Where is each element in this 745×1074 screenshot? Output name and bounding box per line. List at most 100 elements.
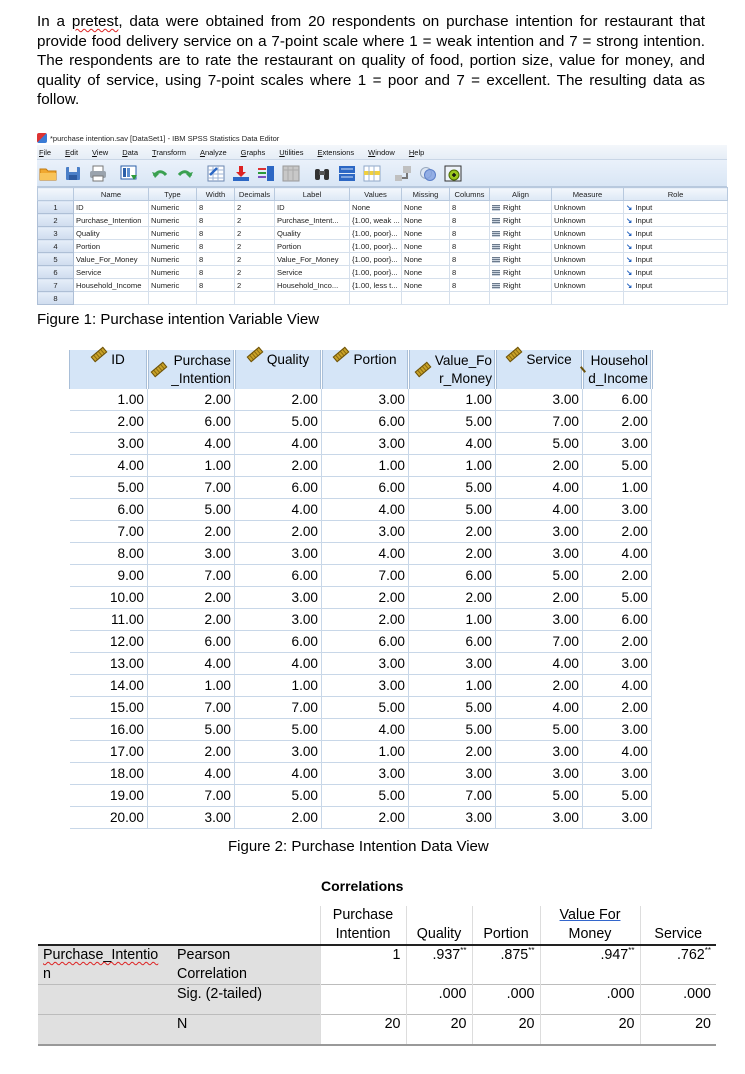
vv-cell-type[interactable]: Numeric: [148, 278, 197, 292]
split-file-icon[interactable]: [338, 165, 356, 182]
data-cell[interactable]: 11.00: [69, 608, 148, 631]
data-cell[interactable]: 8.00: [69, 542, 148, 565]
data-cell[interactable]: 1.00: [408, 389, 496, 411]
vv-cell-decimals[interactable]: 2: [234, 252, 275, 266]
data-cell[interactable]: 6.00: [147, 630, 235, 653]
vv-cell-width[interactable]: 8: [196, 278, 235, 292]
vv-cell-decimals[interactable]: 2: [234, 200, 275, 214]
data-cell[interactable]: 4.00: [495, 498, 583, 521]
data-cell[interactable]: 3.00: [495, 608, 583, 631]
row-number[interactable]: 6: [37, 265, 74, 279]
data-cell[interactable]: 2.00: [495, 586, 583, 609]
vv-cell-decimals[interactable]: 2: [234, 278, 275, 292]
data-cell[interactable]: 3.00: [234, 586, 322, 609]
vv-cell-measure[interactable]: Unknown: [551, 265, 624, 279]
vv-cell-align[interactable]: Right: [489, 265, 552, 279]
data-cell[interactable]: 5.00: [495, 564, 583, 587]
vv-cell-values[interactable]: {1.00, less t...: [349, 278, 402, 292]
show-all-variables-icon[interactable]: [444, 165, 462, 182]
vv-cell-measure[interactable]: Unknown: [551, 239, 624, 253]
data-cell[interactable]: 4.00: [234, 498, 322, 521]
menu-transform[interactable]: Transform: [152, 148, 186, 157]
vv-cell-role[interactable]: ↘ Input: [623, 226, 728, 240]
vv-cell-width[interactable]: 8: [196, 213, 235, 227]
vv-cell-name[interactable]: Service: [73, 265, 149, 279]
row-number[interactable]: 2: [37, 213, 74, 227]
vv-cell-width[interactable]: 8: [196, 252, 235, 266]
data-cell[interactable]: 3.00: [582, 718, 652, 741]
data-cell[interactable]: 2.00: [147, 608, 235, 631]
data-cell[interactable]: 5.00: [582, 586, 652, 609]
vv-cell-label[interactable]: Service: [274, 265, 350, 279]
vv-cell-label[interactable]: Value_For_Money: [274, 252, 350, 266]
data-cell[interactable]: 3.00: [495, 740, 583, 763]
vv-cell-role[interactable]: ↘ Input: [623, 252, 728, 266]
vv-cell-decimals[interactable]: 2: [234, 213, 275, 227]
data-cell[interactable]: 5.00: [495, 432, 583, 455]
data-cell[interactable]: 1.00: [147, 674, 235, 697]
data-cell[interactable]: 5.00: [234, 718, 322, 741]
goto-variable-icon[interactable]: [232, 165, 250, 182]
vv-cell-width[interactable]: 8: [196, 265, 235, 279]
vv-cell-name[interactable]: Portion: [73, 239, 149, 253]
vv-cell-missing[interactable]: None: [401, 239, 450, 253]
vv-cell-measure[interactable]: Unknown: [551, 252, 624, 266]
vv-cell-columns[interactable]: 8: [449, 252, 490, 266]
menu-extensions[interactable]: Extensions: [317, 148, 354, 157]
data-cell[interactable]: 3.00: [582, 498, 652, 521]
data-cell[interactable]: 7.00: [147, 564, 235, 587]
data-cell[interactable]: 16.00: [69, 718, 148, 741]
data-cell[interactable]: 5.00: [147, 718, 235, 741]
menu-analyze[interactable]: Analyze: [200, 148, 227, 157]
vv-cell-values[interactable]: [349, 291, 402, 305]
vv-cell-columns[interactable]: 8: [449, 226, 490, 240]
data-cell[interactable]: 2.00: [234, 520, 322, 543]
data-cell[interactable]: 3.00: [321, 762, 409, 785]
data-cell[interactable]: 18.00: [69, 762, 148, 785]
vv-col-values[interactable]: Values: [349, 187, 402, 201]
data-cell[interactable]: 7.00: [321, 564, 409, 587]
data-cell[interactable]: 6.00: [582, 608, 652, 631]
data-cell[interactable]: 14.00: [69, 674, 148, 697]
data-cell[interactable]: 12.00: [69, 630, 148, 653]
data-cell[interactable]: 7.00: [147, 476, 235, 499]
use-sets-icon[interactable]: [419, 165, 437, 182]
save-icon[interactable]: [64, 165, 82, 182]
vv-cell-columns[interactable]: 8: [449, 213, 490, 227]
vv-cell-role[interactable]: ↘ Input: [623, 239, 728, 253]
data-cell[interactable]: 2.00: [408, 586, 496, 609]
data-cell[interactable]: 2.00: [582, 564, 652, 587]
data-cell[interactable]: 2.00: [321, 608, 409, 631]
variable-row[interactable]: 7 Household_Income Numeric 8 2 Household_Inco…: [37, 278, 728, 292]
data-cell[interactable]: 7.00: [495, 630, 583, 653]
data-cell[interactable]: 2.00: [69, 410, 148, 433]
data-cell[interactable]: 6.00: [408, 630, 496, 653]
vv-cell-missing[interactable]: None: [401, 200, 450, 214]
data-cell[interactable]: 3.00: [321, 520, 409, 543]
data-cell[interactable]: 3.00: [495, 389, 583, 411]
vv-cell-missing[interactable]: None: [401, 265, 450, 279]
vv-cell-role[interactable]: ↘ Input: [623, 278, 728, 292]
data-cell[interactable]: 5.00: [147, 498, 235, 521]
vv-cell-align[interactable]: Right: [489, 226, 552, 240]
data-cell[interactable]: 6.00: [147, 410, 235, 433]
vv-cell-align[interactable]: Right: [489, 252, 552, 266]
vv-cell-label[interactable]: Household_Inco...: [274, 278, 350, 292]
data-cell[interactable]: 1.00: [234, 674, 322, 697]
vv-cell-missing[interactable]: None: [401, 252, 450, 266]
data-cell[interactable]: 4.00: [321, 718, 409, 741]
variable-row[interactable]: 1 ID Numeric 8 2 ID None None 8 Right Unknown ↘ Inpu…: [37, 200, 728, 214]
vv-cell-align[interactable]: [489, 291, 552, 305]
menu-utilities[interactable]: Utilities: [279, 148, 303, 157]
data-cell[interactable]: 4.00: [321, 542, 409, 565]
variable-row[interactable]: 2 Purchase_Intention Numeric 8 2 Purchase_Int…: [37, 213, 728, 227]
vv-cell-type[interactable]: Numeric: [148, 239, 197, 253]
dv-col-value-for-money[interactable]: Value_Fo r_Money: [408, 350, 497, 389]
vv-cell-type[interactable]: Numeric: [148, 265, 197, 279]
dv-col-id[interactable]: ID: [69, 346, 149, 389]
vv-cell-values[interactable]: {1.00, poor}...: [349, 239, 402, 253]
menu-graphs[interactable]: Graphs: [241, 148, 266, 157]
vv-cell-type[interactable]: [148, 291, 197, 305]
vv-cell-measure[interactable]: [551, 291, 624, 305]
data-cell[interactable]: 7.00: [147, 696, 235, 719]
